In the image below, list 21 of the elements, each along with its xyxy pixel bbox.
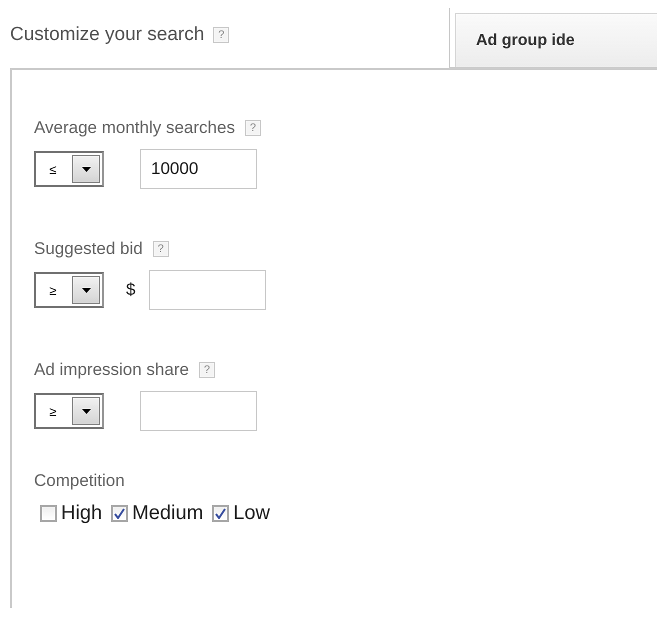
filter-label: Ad impression share [34,360,189,380]
filter-label: Competition [34,471,126,491]
input-field[interactable] [149,270,266,310]
checkmark-icon [215,508,226,519]
section-title: Customize your search [10,24,204,46]
input-field[interactable]: 10000 [140,149,257,189]
caret-icon [82,408,90,414]
competition-checkbox[interactable]: High [40,502,102,525]
competition-checkbox[interactable]: Medium [111,502,204,525]
tab[interactable]: Ad group ide [455,13,657,67]
filter-label: Suggested bid [34,239,143,259]
operator-dropdown[interactable]: ≥ [34,272,104,308]
operator-dropdown[interactable]: ≤ [34,151,104,187]
currency-symbol: $ [126,280,136,300]
checkmark-icon [114,508,126,519]
filter-label: Average monthly searches [34,118,235,138]
caret-icon [82,166,90,172]
competition-checkbox[interactable]: Low [212,502,270,525]
input-field[interactable] [140,391,257,431]
caret-icon [82,288,90,292]
operator-dropdown[interactable]: ≥ [34,393,104,429]
